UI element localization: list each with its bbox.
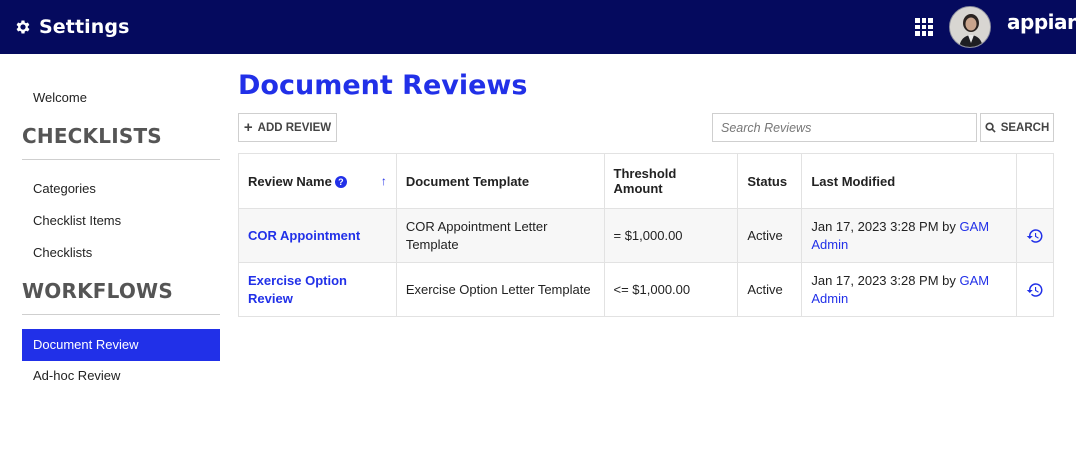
app-title: Settings [14,0,129,54]
search-input[interactable] [712,113,977,142]
column-header-threshold-amount: Threshold Amount [603,153,739,209]
add-review-label: ADD REVIEW [257,121,332,134]
review-name-cell: COR Appointment [238,208,397,263]
add-review-button[interactable]: + ADD REVIEW [238,113,337,142]
sidebar-item-checklists[interactable]: Checklists [22,237,220,269]
template-cell: COR Appointment Letter Template [395,208,605,263]
column-label: Threshold Amount [613,166,677,196]
threshold-cell: <= $1,000.00 [603,262,739,317]
status-cell: Active [737,262,803,317]
column-header-document-template: Document Template [395,153,605,209]
actions-cell [1015,262,1055,317]
search-label: SEARCH [1000,121,1050,134]
template-cell: Exercise Option Letter Template [395,262,605,317]
review-name-link[interactable]: Exercise Option Review [248,273,347,306]
modified-text: Jan 17, 2023 3:28 PM by [811,272,960,288]
last-modified-cell: Jan 17, 2023 3:28 PM by GAM Admin [801,208,1017,263]
sidebar-item-checklist-items[interactable]: Checklist Items [22,205,220,237]
table-row: COR Appointment COR Appointment Letter T… [238,208,1055,263]
column-header-review-name[interactable]: Review Name? ↑ [238,153,397,209]
review-name-cell: Exercise Option Review [238,262,397,317]
app-title-text: Settings [39,16,130,38]
avatar-image [950,7,990,47]
history-icon[interactable] [1026,281,1044,299]
column-header-actions [1015,153,1055,209]
plus-icon: + [243,118,253,136]
search-button[interactable]: SEARCH [980,113,1054,142]
top-bar: Settings appian [0,0,1076,54]
last-modified-cell: Jan 17, 2023 3:28 PM by GAM Admin [801,262,1017,317]
app-grid-icon[interactable] [915,18,933,36]
sidebar-section-workflows: WORKFLOWS [22,279,173,303]
column-label: Review Name [248,173,332,189]
appian-logo: appian [1007,10,1076,34]
gear-icon [16,20,30,34]
column-header-status: Status [737,153,803,209]
reviews-table: Review Name? ↑ Document Template Threshol… [238,153,1055,317]
sidebar-item-document-review[interactable]: Document Review [22,329,220,361]
sidebar-section-checklists: CHECKLISTS [22,124,162,148]
sidebar-item-adhoc-review[interactable]: Ad-hoc Review [22,360,220,392]
sidebar-divider [22,314,220,315]
column-header-last-modified: Last Modified [801,153,1017,209]
sidebar-divider [22,159,220,160]
history-icon[interactable] [1026,227,1044,245]
modified-text: Jan 17, 2023 3:28 PM by [811,218,960,234]
threshold-cell: = $1,000.00 [603,208,739,263]
table-row: Exercise Option Review Exercise Option L… [238,262,1055,317]
table-header-row: Review Name? ↑ Document Template Threshol… [238,153,1055,209]
search-icon [985,122,996,133]
sidebar-item-welcome[interactable]: Welcome [22,82,220,114]
review-name-link[interactable]: COR Appointment [248,228,360,243]
sidebar-item-categories[interactable]: Categories [22,173,220,205]
sort-ascending-icon[interactable]: ↑ [381,174,387,188]
actions-cell [1015,208,1055,263]
user-avatar[interactable] [949,6,991,48]
status-cell: Active [737,208,803,263]
help-icon[interactable]: ? [334,175,347,188]
page-title: Document Reviews [238,70,528,101]
